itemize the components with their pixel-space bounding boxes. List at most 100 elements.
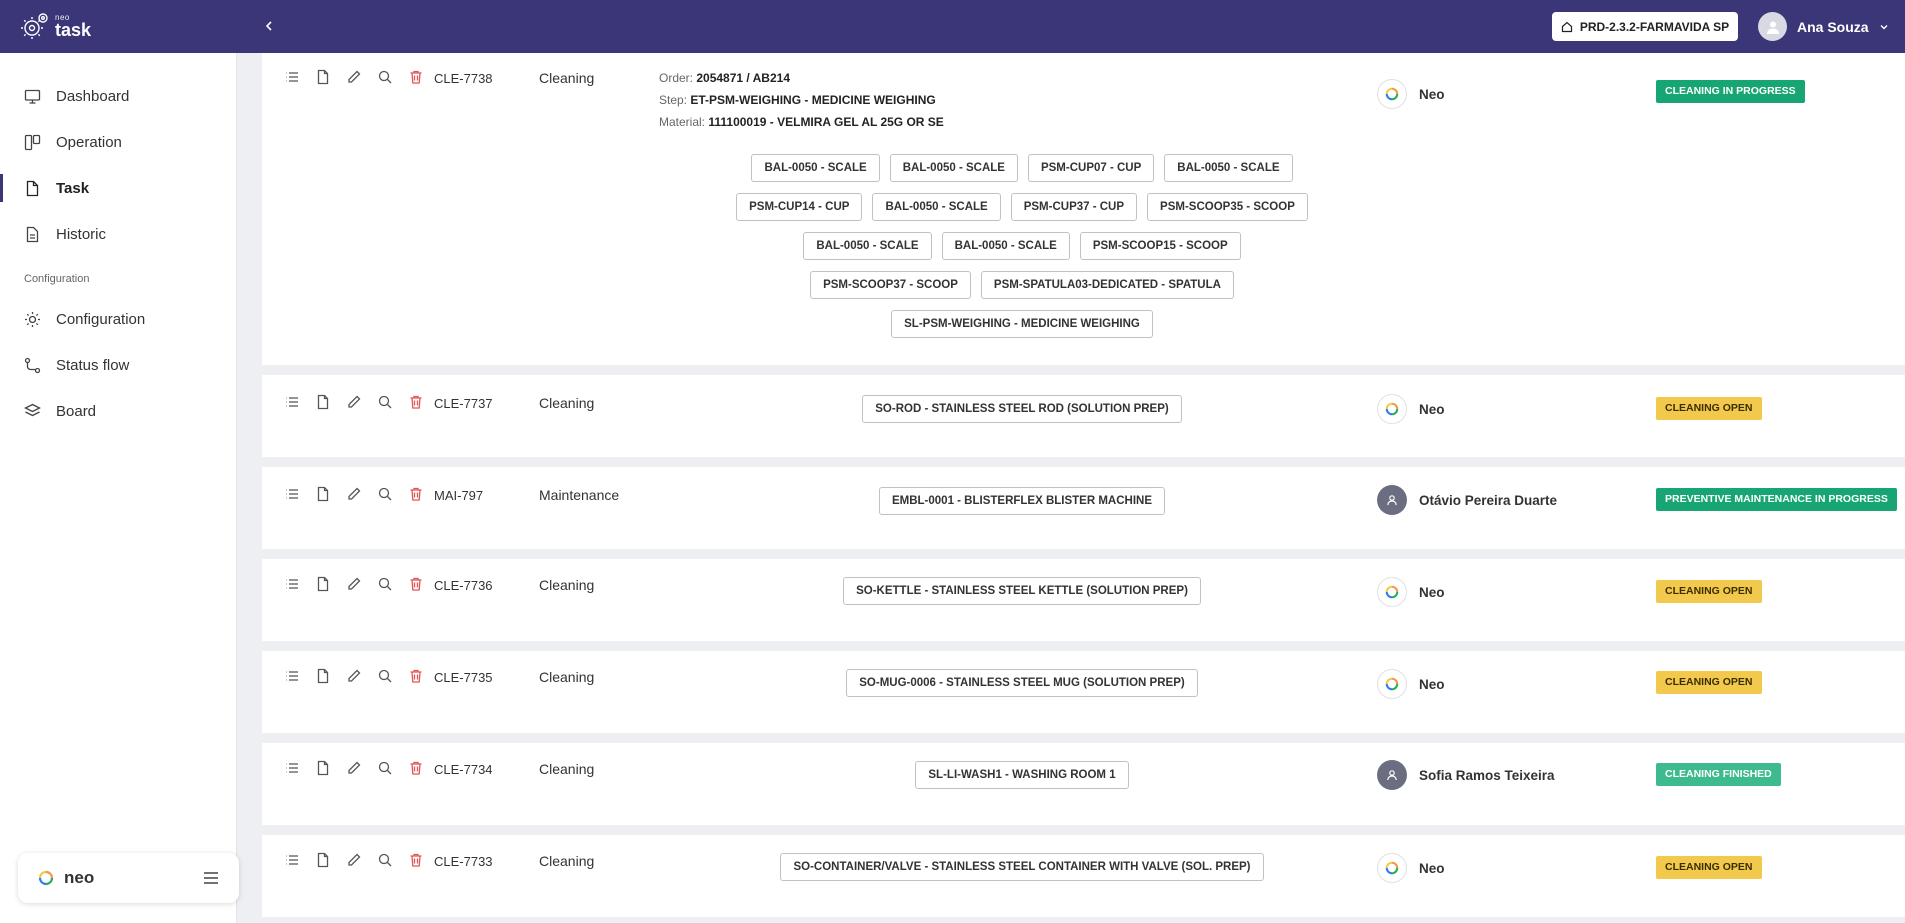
search-icon[interactable] bbox=[377, 394, 393, 410]
sidebar-item-operation[interactable]: Operation bbox=[0, 122, 236, 162]
responsible: Neo bbox=[1377, 79, 1445, 109]
equipment-chip[interactable]: PSM-CUP14 - CUP bbox=[736, 193, 863, 221]
edit-icon[interactable] bbox=[346, 760, 362, 776]
equipment-chip[interactable]: PSM-SCOOP37 - SCOOP bbox=[810, 271, 971, 299]
sidebar-item-status-flow[interactable]: Status flow bbox=[0, 345, 236, 385]
equipment-chip[interactable]: BAL-0050 - SCALE bbox=[872, 193, 1001, 221]
trash-icon[interactable] bbox=[408, 69, 424, 85]
file-icon[interactable] bbox=[315, 852, 331, 868]
task-code[interactable]: CLE-7736 bbox=[434, 578, 493, 593]
equipment-chip[interactable]: BAL-0050 - SCALE bbox=[941, 232, 1070, 260]
responsible-name: Neo bbox=[1419, 860, 1445, 876]
trash-icon[interactable] bbox=[408, 760, 424, 776]
task-code[interactable]: CLE-7737 bbox=[434, 396, 493, 411]
responsible: Neo bbox=[1377, 394, 1445, 424]
neo-ring-icon bbox=[1385, 585, 1399, 599]
trash-icon[interactable] bbox=[408, 668, 424, 684]
search-icon[interactable] bbox=[377, 486, 393, 502]
responsible: Otávio Pereira Duarte bbox=[1377, 485, 1557, 515]
file-icon[interactable] bbox=[315, 486, 331, 502]
task-code[interactable]: CLE-7738 bbox=[434, 71, 493, 86]
chip-row: PSM-CUP14 - CUP BAL-0050 - SCALE PSM-CUP… bbox=[731, 193, 1313, 221]
status-badge: CLEANING IN PROGRESS bbox=[1656, 80, 1805, 103]
equipment-chip[interactable]: EMBL-0001 - BLISTERFLEX BLISTER MACHINE bbox=[878, 487, 1166, 515]
task-code[interactable]: CLE-7735 bbox=[434, 670, 493, 685]
row-actions bbox=[284, 668, 439, 684]
file-icon[interactable] bbox=[315, 760, 331, 776]
edit-icon[interactable] bbox=[346, 576, 362, 592]
list-icon[interactable] bbox=[284, 576, 300, 592]
search-icon[interactable] bbox=[377, 760, 393, 776]
sidebar-item-board[interactable]: Board bbox=[0, 391, 236, 431]
user-name: Ana Souza bbox=[1797, 18, 1869, 35]
task-code[interactable]: CLE-7734 bbox=[434, 762, 493, 777]
list-icon[interactable] bbox=[284, 69, 300, 85]
search-icon[interactable] bbox=[377, 852, 393, 868]
search-icon[interactable] bbox=[377, 576, 393, 592]
trash-icon[interactable] bbox=[408, 576, 424, 592]
edit-icon[interactable] bbox=[346, 394, 362, 410]
edit-icon[interactable] bbox=[346, 486, 362, 502]
sidebar-item-historic[interactable]: Historic bbox=[0, 214, 236, 254]
edit-icon[interactable] bbox=[346, 69, 362, 85]
chip-row: BAL-0050 - SCALE BAL-0050 - SCALE PSM-CU… bbox=[746, 154, 1297, 182]
step-value: ET-PSM-WEIGHING - MEDICINE WEIGHING bbox=[690, 93, 936, 107]
file-icon[interactable] bbox=[315, 394, 331, 410]
edit-icon[interactable] bbox=[346, 852, 362, 868]
task-row: CLE-7735 Cleaning SO-MUG-0006 - STAINLES… bbox=[262, 651, 1905, 733]
row-actions bbox=[284, 69, 439, 85]
edit-icon[interactable] bbox=[346, 668, 362, 684]
environment-button[interactable]: PRD-2.3.2-FARMAVIDA SP bbox=[1552, 12, 1738, 41]
list-icon[interactable] bbox=[284, 486, 300, 502]
task-row: CLE-7733 Cleaning SO-CONTAINER/VALVE - S… bbox=[262, 835, 1905, 917]
list-icon[interactable] bbox=[284, 668, 300, 684]
person-avatar bbox=[1377, 485, 1407, 515]
equipment-chip[interactable]: SO-CONTAINER/VALVE - STAINLESS STEEL CON… bbox=[780, 853, 1264, 881]
equipment-chip[interactable]: SO-ROD - STAINLESS STEEL ROD (SOLUTION P… bbox=[862, 395, 1182, 423]
task-row: CLE-7736 Cleaning SO-KETTLE - STAINLESS … bbox=[262, 559, 1905, 641]
equipment-chip[interactable]: BAL-0050 - SCALE bbox=[1164, 154, 1293, 182]
order-line: Order: 2054871 / AB214 bbox=[659, 67, 944, 89]
file-icon[interactable] bbox=[315, 576, 331, 592]
task-code[interactable]: CLE-7733 bbox=[434, 854, 493, 869]
equipment-chips: SO-KETTLE - STAINLESS STEEL KETTLE (SOLU… bbox=[610, 577, 1434, 616]
task-code[interactable]: MAI-797 bbox=[434, 488, 483, 503]
collapse-sidebar-button[interactable] bbox=[262, 17, 276, 35]
task-list: CLE-7738 Cleaning Order: 2054871 / AB214… bbox=[262, 53, 1905, 923]
equipment-chip[interactable]: PSM-CUP37 - CUP bbox=[1010, 193, 1138, 221]
status-badge: CLEANING OPEN bbox=[1656, 397, 1762, 420]
equipment-chip[interactable]: SO-KETTLE - STAINLESS STEEL KETTLE (SOLU… bbox=[843, 577, 1201, 605]
equipment-chip[interactable]: BAL-0050 - SCALE bbox=[889, 154, 1018, 182]
equipment-chip[interactable]: SL-PSM-WEIGHING - MEDICINE WEIGHING bbox=[891, 310, 1153, 338]
equipment-chip[interactable]: PSM-SPATULA03-DEDICATED - SPATULA bbox=[980, 271, 1234, 299]
file-icon[interactable] bbox=[315, 69, 331, 85]
equipment-chip[interactable]: SO-MUG-0006 - STAINLESS STEEL MUG (SOLUT… bbox=[846, 669, 1198, 697]
trash-icon[interactable] bbox=[408, 852, 424, 868]
user-menu[interactable]: Ana Souza bbox=[1758, 12, 1889, 41]
list-icon[interactable] bbox=[284, 394, 300, 410]
file-icon[interactable] bbox=[315, 668, 331, 684]
equipment-chip[interactable]: SL-LI-WASH1 - WASHING ROOM 1 bbox=[915, 761, 1129, 789]
row-actions bbox=[284, 394, 439, 410]
hamburger-menu-icon[interactable] bbox=[203, 871, 219, 885]
step-label: Step: bbox=[659, 93, 688, 107]
app-logo[interactable]: neo task bbox=[20, 11, 91, 41]
responsible: Neo bbox=[1377, 669, 1445, 699]
list-icon[interactable] bbox=[284, 852, 300, 868]
search-icon[interactable] bbox=[377, 69, 393, 85]
responsible-name: Neo bbox=[1419, 401, 1445, 417]
sidebar-item-configuration[interactable]: Configuration bbox=[0, 299, 236, 339]
neo-avatar bbox=[1377, 79, 1407, 109]
list-icon[interactable] bbox=[284, 760, 300, 776]
equipment-chip[interactable]: PSM-SCOOP15 - SCOOP bbox=[1079, 232, 1241, 260]
equipment-chip[interactable]: BAL-0050 - SCALE bbox=[803, 232, 932, 260]
trash-icon[interactable] bbox=[408, 486, 424, 502]
search-icon[interactable] bbox=[377, 668, 393, 684]
sidebar-item-task[interactable]: Task bbox=[0, 168, 236, 208]
equipment-chip[interactable]: PSM-SCOOP35 - SCOOP bbox=[1147, 193, 1308, 221]
trash-icon[interactable] bbox=[408, 394, 424, 410]
sidebar-item-dashboard[interactable]: Dashboard bbox=[0, 76, 236, 116]
equipment-chip[interactable]: PSM-CUP07 - CUP bbox=[1027, 154, 1155, 182]
equipment-chip[interactable]: BAL-0050 - SCALE bbox=[751, 154, 880, 182]
neo-assistant-card[interactable]: neo bbox=[18, 853, 239, 903]
